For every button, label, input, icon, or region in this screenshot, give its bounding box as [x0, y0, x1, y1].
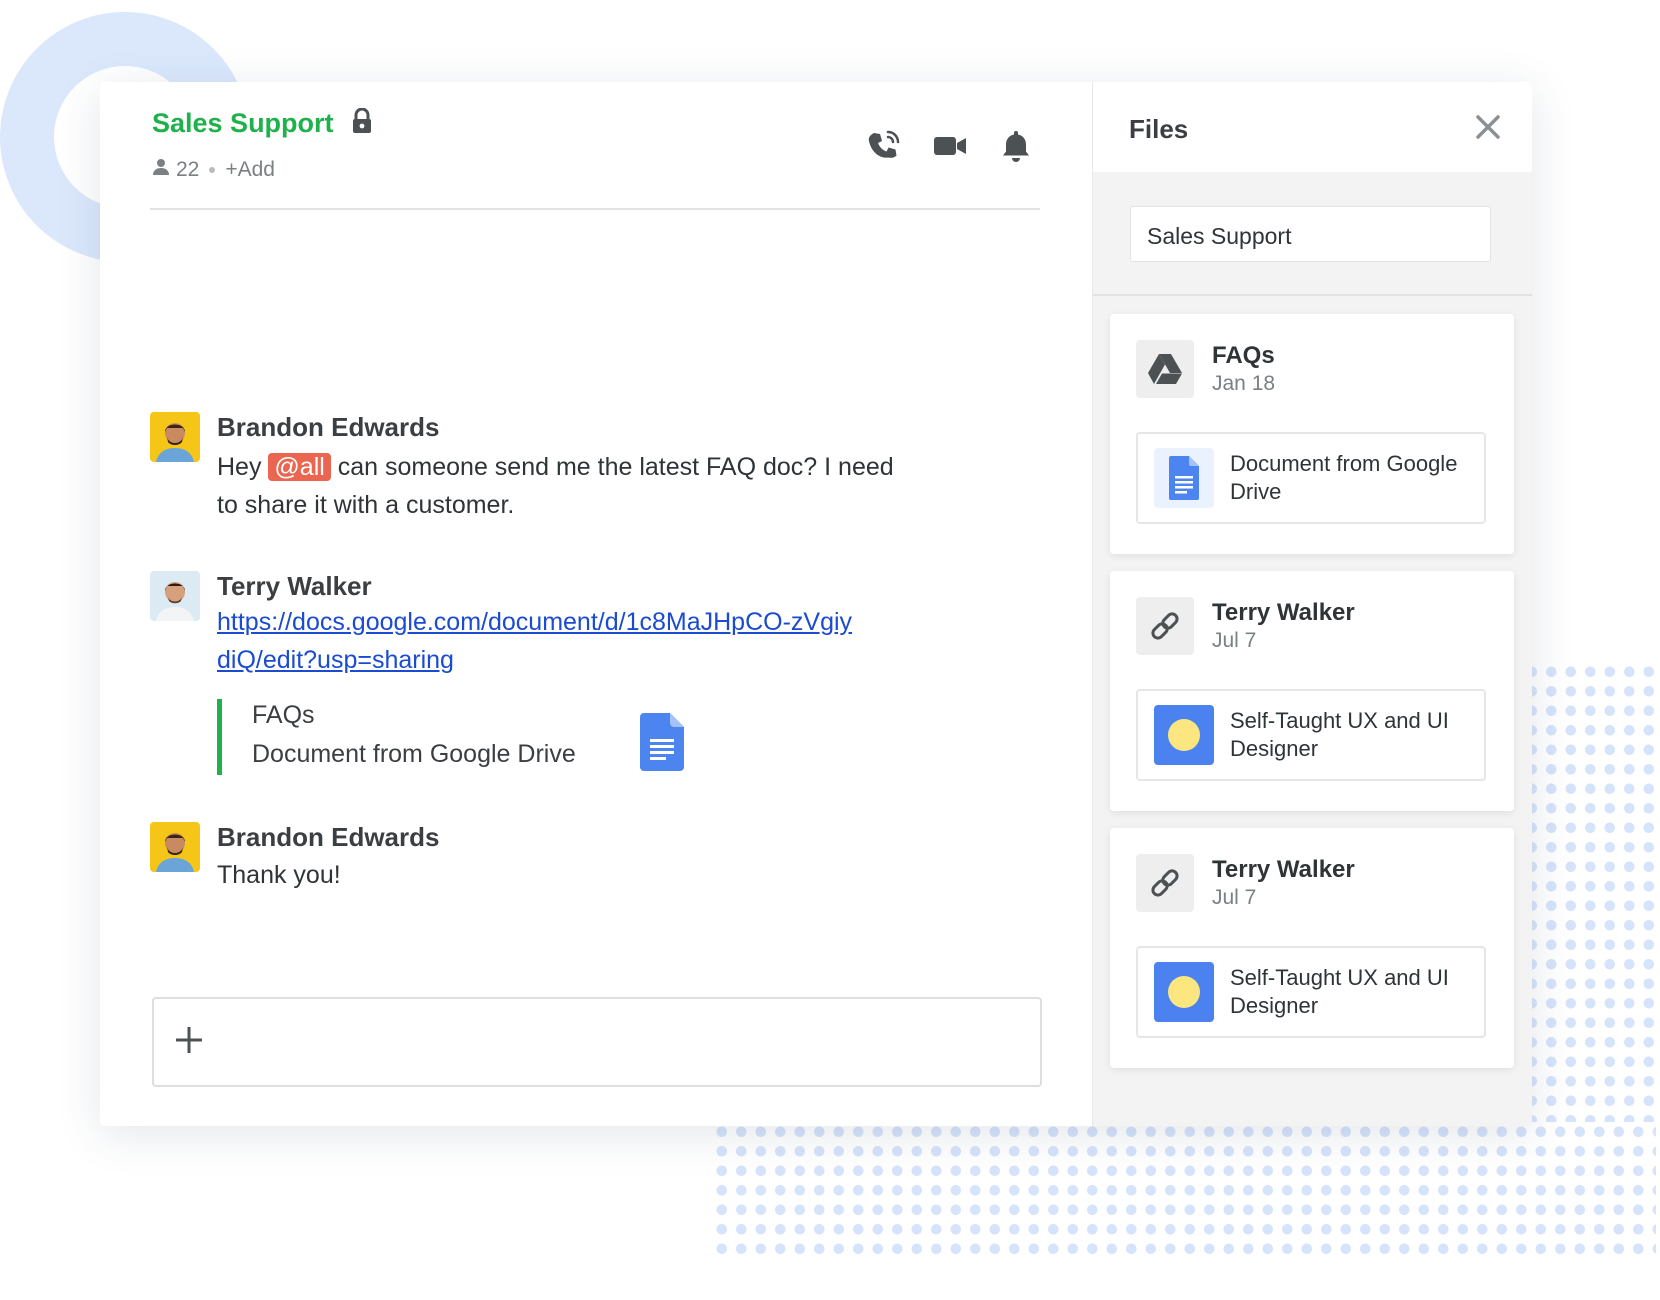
ux-thumbnail	[1154, 705, 1214, 765]
file-item-name: Self-Taught UX and UI Designer	[1230, 965, 1449, 1018]
header-divider	[150, 208, 1040, 210]
sender-name[interactable]: Brandon Edwards	[217, 822, 439, 853]
link-preview[interactable]: FAQs Document from Google Drive	[217, 699, 576, 775]
member-count[interactable]: 22	[176, 158, 199, 182]
google-drive-icon	[1136, 340, 1194, 398]
files-divider	[1093, 294, 1532, 296]
file-card-date: Jan 18	[1212, 372, 1276, 395]
file-item[interactable]: Document from Google Drive	[1136, 432, 1486, 524]
file-item[interactable]: Self-Taught UX and UI Designer	[1136, 689, 1486, 781]
files-header: Files	[1093, 82, 1532, 172]
bell-icon[interactable]	[998, 128, 1034, 164]
file-card[interactable]: Terry Walker Jul 7 Self-Taught UX and UI…	[1110, 828, 1514, 1068]
avatar[interactable]	[150, 412, 200, 462]
avatar[interactable]	[150, 822, 200, 872]
preview-subtitle: Document from Google Drive	[252, 740, 576, 768]
message-text: Thank you!	[217, 861, 341, 889]
decorative-dots	[1522, 662, 1660, 1122]
channel-header: Sales Support	[152, 107, 372, 139]
channel-title[interactable]: Sales Support	[152, 108, 334, 139]
chat-pane: Sales Support 22 +Add Brandon Edwards He…	[100, 82, 1092, 1126]
sender-name[interactable]: Brandon Edwards	[217, 412, 439, 443]
file-card[interactable]: FAQs Jan 18 Document from Google Drive	[1110, 314, 1514, 554]
add-member-link[interactable]: +Add	[225, 158, 275, 182]
files-search-value: Sales Support	[1147, 223, 1292, 249]
file-card-date: Jul 7	[1212, 629, 1257, 652]
avatar[interactable]	[150, 571, 200, 621]
header-actions	[866, 128, 1034, 164]
file-card[interactable]: Terry Walker Jul 7 Self-Taught UX and UI…	[1110, 571, 1514, 811]
link-icon	[1136, 854, 1194, 912]
file-card-title: FAQs	[1212, 342, 1275, 369]
message-composer[interactable]	[152, 997, 1042, 1087]
channel-meta: 22 +Add	[152, 158, 275, 182]
sender-name[interactable]: Terry Walker	[217, 571, 372, 602]
file-card-date: Jul 7	[1212, 886, 1257, 909]
shared-link[interactable]: https://docs.google.com/document/d/1c8Ma…	[217, 608, 852, 674]
ux-thumbnail	[1154, 962, 1214, 1022]
message-text-part: Hey	[217, 453, 262, 481]
file-card-title: Terry Walker	[1212, 599, 1355, 626]
file-card-title: Terry Walker	[1212, 856, 1355, 883]
plus-icon[interactable]	[174, 1025, 204, 1055]
video-icon[interactable]	[932, 128, 968, 164]
message-text: Hey @all can someone send me the latest …	[217, 448, 917, 524]
google-doc-icon	[1154, 448, 1214, 508]
google-doc-icon	[640, 713, 684, 776]
files-search-input[interactable]: Sales Support	[1130, 206, 1491, 262]
app-window: Sales Support 22 +Add Brandon Edwards He…	[100, 82, 1532, 1126]
close-icon[interactable]	[1473, 112, 1503, 142]
decorative-dots	[712, 1122, 1656, 1257]
lock-icon	[352, 107, 372, 139]
message-link-wrap: https://docs.google.com/document/d/1c8Ma…	[217, 603, 857, 679]
file-item-name: Document from Google Drive	[1230, 451, 1458, 504]
files-panel: Files Sales Support FAQs Jan 18 Document…	[1092, 82, 1532, 1126]
link-icon	[1136, 597, 1194, 655]
files-title: Files	[1129, 114, 1189, 144]
separator-dot	[209, 167, 216, 173]
members-icon	[152, 158, 170, 182]
file-item[interactable]: Self-Taught UX and UI Designer	[1136, 946, 1486, 1038]
mention-tag[interactable]: @all	[268, 453, 331, 481]
phone-icon[interactable]	[866, 128, 902, 164]
preview-title: FAQs	[252, 701, 315, 729]
file-item-name: Self-Taught UX and UI Designer	[1230, 708, 1449, 761]
